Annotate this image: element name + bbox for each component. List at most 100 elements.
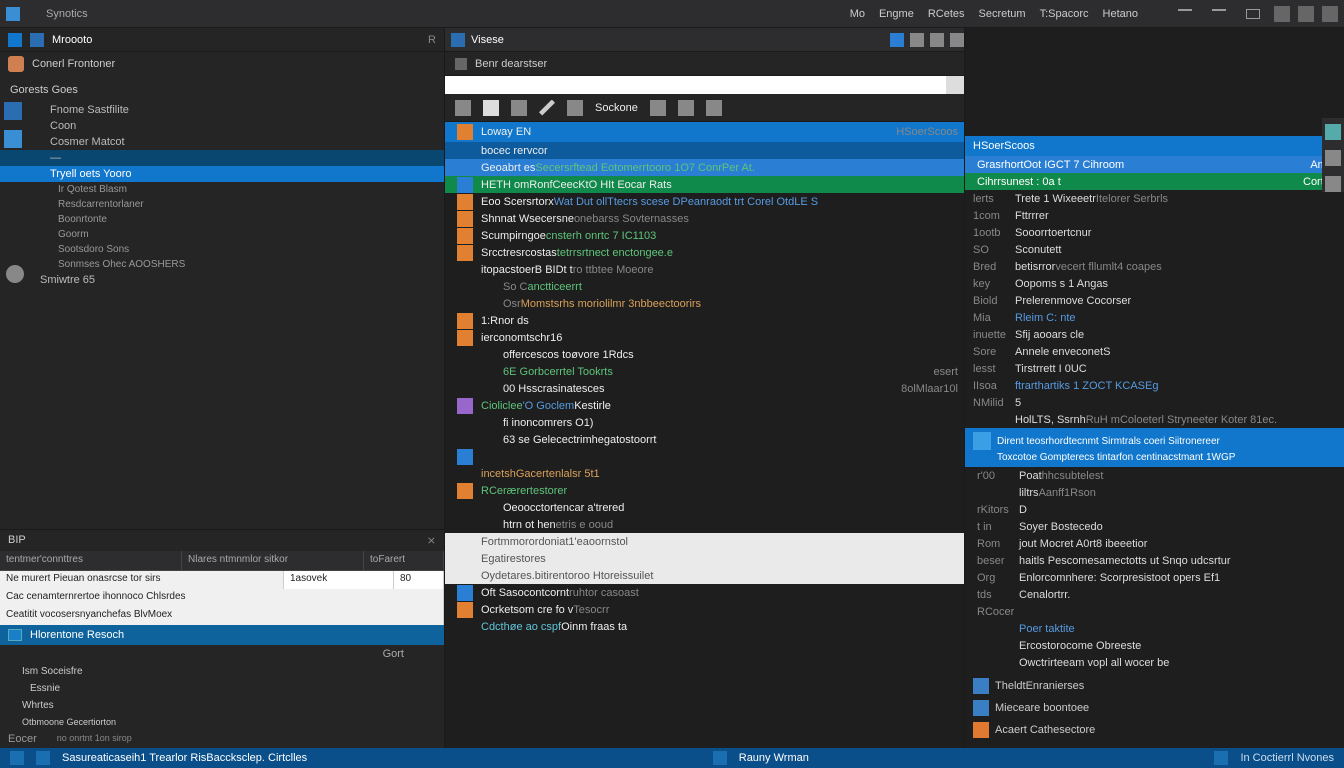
blue-section[interactable]: Hlorentone Resoch	[0, 625, 444, 645]
status-icon[interactable]	[713, 751, 727, 765]
list-item[interactable]: Essnie	[0, 680, 444, 697]
right-entry[interactable]: HolLTS, Ssrnh RuH mColoeterl Stryneeter …	[965, 411, 1344, 428]
content-row[interactable]: htrn ot henetris e ooud	[445, 516, 964, 533]
rail-icon[interactable]	[1325, 150, 1341, 166]
tree-row[interactable]: Coon	[0, 118, 444, 134]
tab-action-icon[interactable]	[950, 33, 964, 47]
tree-row[interactable]: Boonrtonte	[0, 212, 444, 227]
status-icon[interactable]	[10, 751, 24, 765]
right-entry[interactable]: liltrs Aanff1Rson	[965, 484, 1344, 501]
content-row[interactable]: 00 Hsscrasinatesces8olMlaar10l	[445, 380, 964, 397]
tool-icon[interactable]	[483, 100, 499, 116]
sync-icon[interactable]	[1274, 6, 1290, 22]
status-icon[interactable]	[36, 751, 50, 765]
content-row[interactable]: Oft Sasocontcornt ruhtor casoast	[445, 584, 964, 601]
content-row[interactable]: Eoo Scersrtorx Wat Dut ollTtecrs scese D…	[445, 193, 964, 210]
content-row[interactable]: incetshGacertenlalsr 5t1	[445, 465, 964, 482]
tree-row[interactable]: Cosmer Matcot	[0, 134, 444, 150]
col-header[interactable]: Nlares ntmnmlor sitkor	[182, 551, 364, 570]
content-row[interactable]: offercescos toøvore 1Rdcs	[445, 346, 964, 363]
content-row[interactable]: Oeoocctortencar a 'trered	[445, 499, 964, 516]
right-entry[interactable]: Romjout Mocret A0rt8 ibeeetior	[965, 535, 1344, 552]
right-entry[interactable]: MiaRleim C: nte	[965, 309, 1344, 326]
tab-action-icon[interactable]	[890, 33, 904, 47]
tool-icon[interactable]	[511, 100, 527, 116]
menu-mo[interactable]: Mo	[850, 8, 865, 20]
right-entry[interactable]: beserhaitls Pescomesamectotts ut Snqo ud…	[965, 552, 1344, 569]
tree-row[interactable]: —	[0, 150, 444, 166]
right-entry[interactable]: Bredbetisrror vecert fllumlt4 coapes	[965, 258, 1344, 275]
maximize-icon[interactable]	[1246, 9, 1260, 19]
right-entry[interactable]: inuetteSfij aooars cle	[965, 326, 1344, 343]
col-header[interactable]: toFarert	[364, 551, 444, 570]
rail-icon[interactable]	[1325, 176, 1341, 192]
toolbar-label[interactable]: Sockone	[595, 102, 638, 114]
content-row[interactable]: Osr Momstsrhs moriolilmr 3nbbeectoorirs	[445, 295, 964, 312]
restore-icon[interactable]	[1212, 9, 1226, 11]
minimize-icon[interactable]	[1178, 9, 1192, 11]
content-row[interactable]: Cioliclee 'O Goclem Kestirle	[445, 397, 964, 414]
content-row[interactable]: ierconomtschr16	[445, 329, 964, 346]
content-row[interactable]: So C anctticeerrt	[445, 278, 964, 295]
right-entry[interactable]: tdsCenalortrr.	[965, 586, 1344, 603]
list-item[interactable]: Otbmoone Gecertiorton	[0, 714, 444, 730]
content-row[interactable]: Oydetares.bitirentoroo Htoreissuilet	[445, 567, 964, 584]
url-input[interactable]	[445, 76, 946, 94]
right-entry[interactable]: 1ootbSooorrtoertcnur	[965, 224, 1344, 241]
right-entry[interactable]: BioldPrelerenmove Cocorser	[965, 292, 1344, 309]
content-row[interactable]: Fortmmorordoniat1'eaoornstol	[445, 533, 964, 550]
right-mid-banner[interactable]: Dirent teosrhordtecnmt Sirmtrals coeri S…	[965, 428, 1344, 467]
close-icon[interactable]: ⨯	[427, 534, 436, 547]
content-row[interactable]: Egatirestores	[445, 550, 964, 567]
tree-row[interactable]: Fnome Sastfilite	[0, 102, 444, 118]
grid-row[interactable]: Cac cenamternrertoe ihonnoco Chlsrdes	[0, 589, 444, 607]
tool-icon[interactable]	[567, 100, 583, 116]
rail-icon[interactable]	[1325, 124, 1341, 140]
tab-action-icon[interactable]	[930, 33, 944, 47]
tree-row[interactable]: Ir Qotest Blasm	[0, 182, 444, 197]
right-entry[interactable]: lesstTirstrrett I 0UC	[965, 360, 1344, 377]
right-entry[interactable]: keyOopoms s 1 Angas	[965, 275, 1344, 292]
right-entry[interactable]: IIsoaftrarthartiks 1 ZOCT KCASEg	[965, 377, 1344, 394]
col-header[interactable]: tentmer'connttres	[0, 551, 182, 570]
right-entry[interactable]: t inSoyer Bostecedo	[965, 518, 1344, 535]
tool-icon[interactable]	[455, 100, 471, 116]
right-entry[interactable]: SOSconutett	[965, 241, 1344, 258]
right-banner-row[interactable]: GrasrhortOot IGCT 7 Cihroom Amet	[965, 156, 1344, 173]
tool-icon[interactable]	[650, 100, 666, 116]
tab-action-icon[interactable]	[910, 33, 924, 47]
content-row[interactable]: Ocrketsom cre fo v Tesocrr	[445, 601, 964, 618]
content-row[interactable]: 63 se Gelecectrimhegatostoorrt	[445, 431, 964, 448]
right-entry[interactable]: rKitorsD	[965, 501, 1344, 518]
pencil-icon[interactable]	[539, 100, 555, 116]
right-entry[interactable]: RCocer	[965, 603, 1344, 620]
content-row[interactable]: Loway ENHSoerScoos	[445, 122, 964, 142]
right-green-row[interactable]: Cihrrsunest : 0a t Corttm	[965, 173, 1344, 190]
tool-icon[interactable]	[678, 100, 694, 116]
go-icon[interactable]	[946, 76, 964, 94]
menu-rcetes[interactable]: RCetes	[928, 8, 965, 20]
content-row[interactable]: Scumpirngoe cnsterh onrtc 7 IC1103	[445, 227, 964, 244]
right-entry[interactable]: 1comFttrrrer	[965, 207, 1344, 224]
status-icon[interactable]	[1214, 751, 1228, 765]
tree-row[interactable]: Sootsdoro Sons	[0, 242, 444, 257]
content-row[interactable]: Geoabrt es Secersrftead Eotomerrtooro 1O…	[445, 159, 964, 176]
menu-hetano[interactable]: Hetano	[1103, 8, 1138, 20]
trash-icon[interactable]	[706, 100, 722, 116]
tab-label[interactable]: Visese	[471, 34, 504, 46]
collapse-icon[interactable]: R	[428, 34, 436, 46]
right-entry[interactable]: NMilid5	[965, 394, 1344, 411]
right-entry[interactable]: r'00Poat hhcsubtelest	[965, 467, 1344, 484]
tree-row[interactable]: Resdcarrentorlaner	[0, 197, 444, 212]
content-row[interactable]: bocec rervcor	[445, 142, 964, 159]
right-footer-item[interactable]: Acaert Cathesectore	[965, 719, 1344, 741]
grid-row[interactable]: Ne murert Pieuan onasrcse tor sirs 1asov…	[0, 571, 444, 589]
content-row[interactable]: 1:Rnor ds	[445, 312, 964, 329]
content-row[interactable]	[445, 448, 964, 465]
right-footer-item[interactable]: TheldtEnranierses	[965, 675, 1344, 697]
menu-spacorc[interactable]: T:Spacorc	[1040, 8, 1089, 20]
right-entry[interactable]: Ercostorocome Obreeste	[965, 637, 1344, 654]
breadcrumb[interactable]: Benr dearstser	[475, 58, 547, 70]
menu-secretum[interactable]: Secretum	[979, 8, 1026, 20]
tree-row[interactable]: Goorm	[0, 227, 444, 242]
